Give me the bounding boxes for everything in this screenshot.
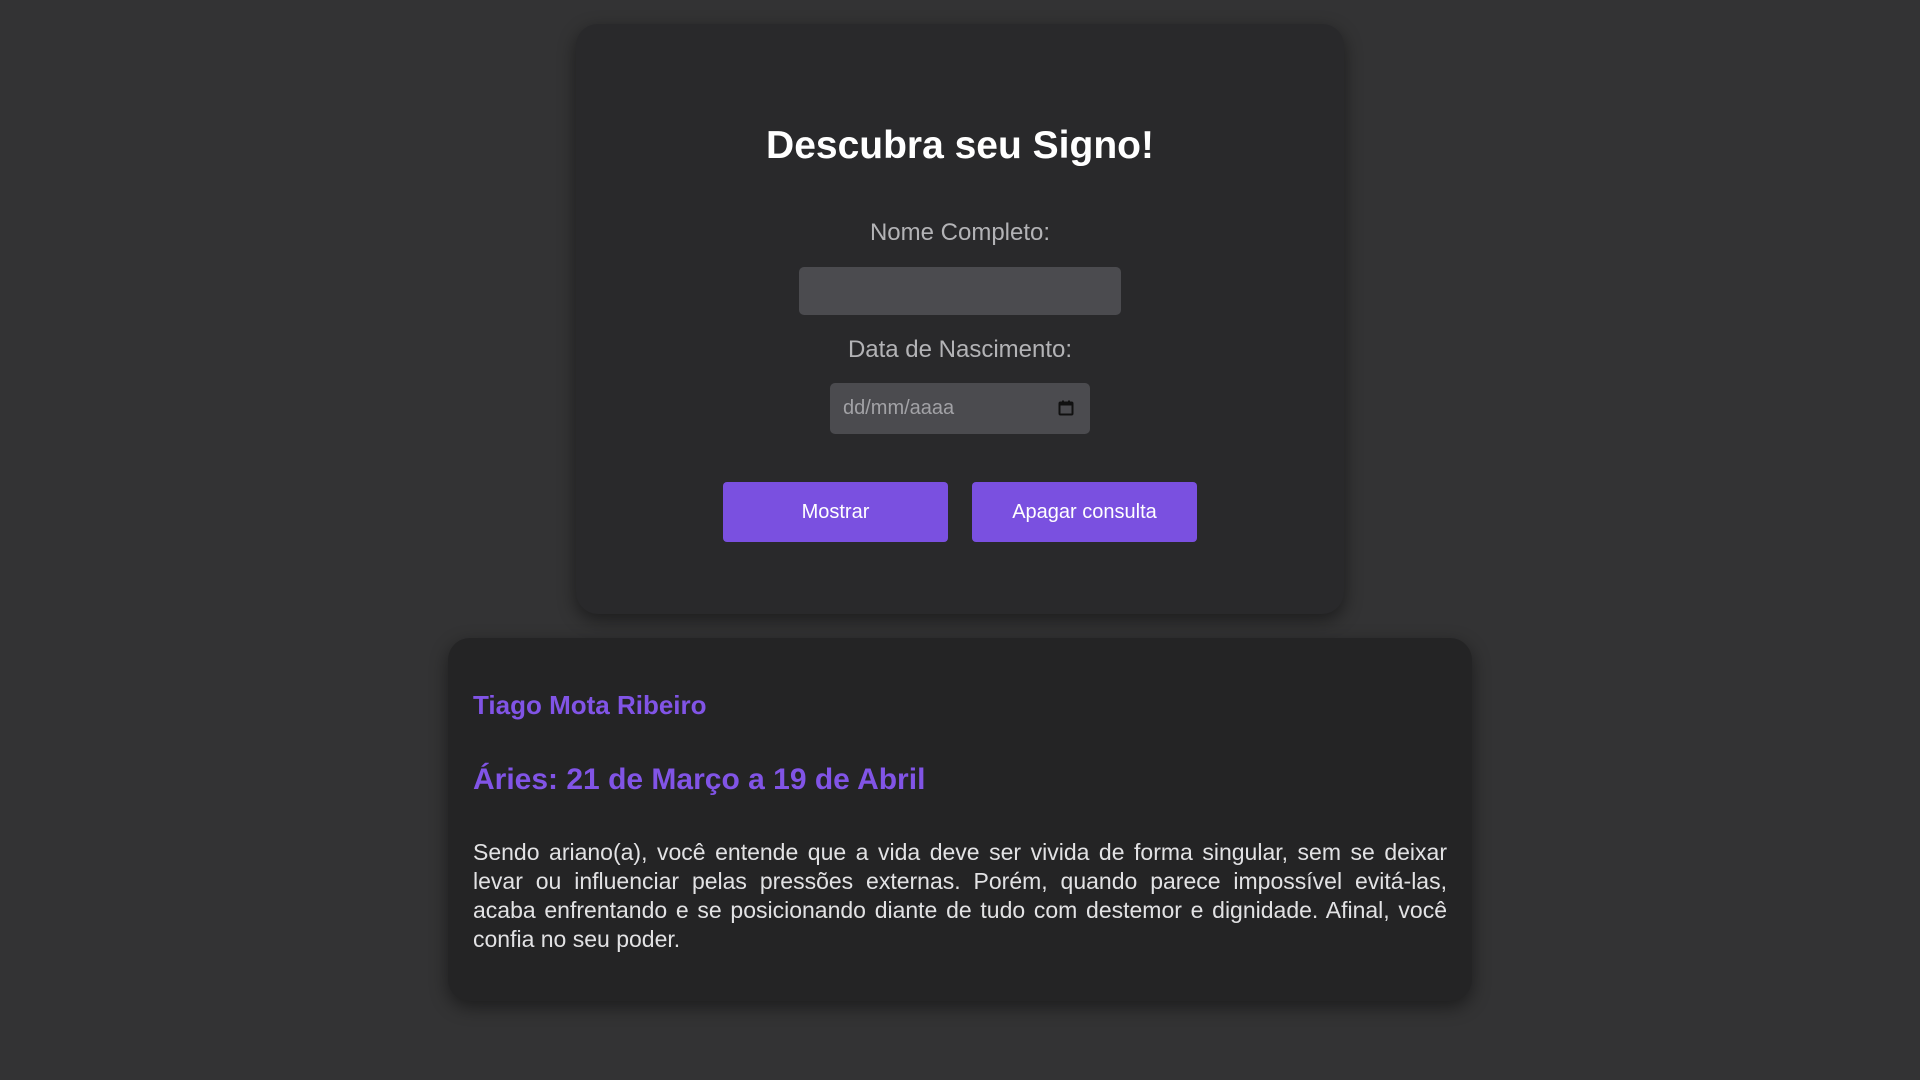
- birthdate-input[interactable]: dd/mm/aaaa: [830, 383, 1090, 434]
- form-title: Descubra seu Signo!: [766, 124, 1154, 167]
- result-card: Tiago Mota Ribeiro Áries: 21 de Março a …: [448, 638, 1472, 1001]
- clear-query-button[interactable]: Apagar consulta: [972, 482, 1197, 542]
- full-name-input[interactable]: [799, 267, 1121, 315]
- birthdate-placeholder: dd/mm/aaaa: [843, 397, 955, 419]
- result-sign-title: Áries: 21 de Março a 19 de Abril: [473, 763, 926, 796]
- result-person-name: Tiago Mota Ribeiro: [473, 690, 707, 720]
- name-label: Nome Completo:: [869, 219, 1051, 246]
- calendar-icon[interactable]: [1058, 400, 1074, 416]
- birthdate-label: Data de Nascimento:: [847, 336, 1073, 363]
- zodiac-form-card: Descubra seu Signo! Nome Completo: Data …: [576, 24, 1344, 614]
- show-button[interactable]: Mostrar: [723, 482, 948, 542]
- result-description: Sendo ariano(a), você entende que a vida…: [473, 839, 1447, 952]
